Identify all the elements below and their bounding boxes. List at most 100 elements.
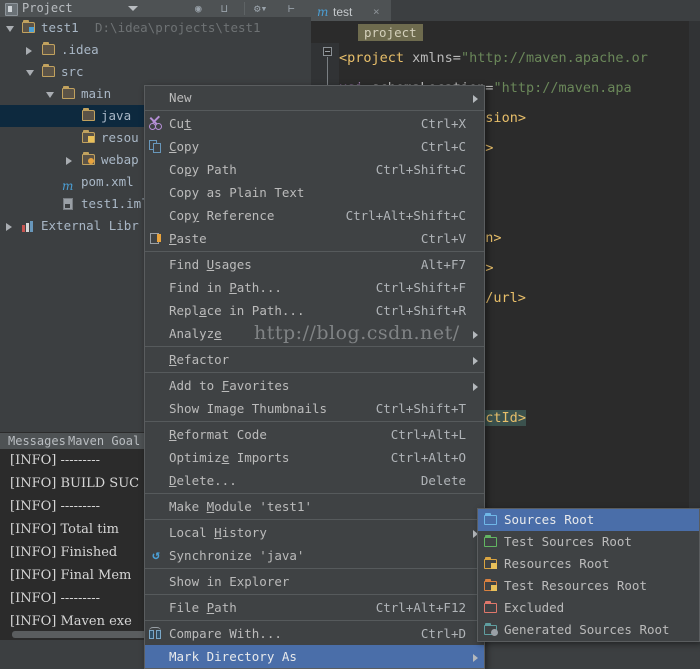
menu-item-showimagethumbnails[interactable]: Show Image Thumbnails Ctrl+Shift+T [145, 397, 484, 420]
menu-item-markdirectoryas[interactable]: Mark Directory As [145, 645, 484, 668]
code-fold-icon[interactable] [323, 47, 332, 56]
tree-item-test1[interactable]: test1 D:\idea\projects\test1 [0, 17, 311, 39]
menu-item-shortcut: Ctrl+D [420, 626, 466, 641]
menu-separator [145, 568, 484, 569]
tree-item-idea[interactable]: .idea [0, 39, 311, 61]
folder-icon [42, 42, 55, 55]
menu-item-copyasplaintext[interactable]: Copy as Plain Text [145, 181, 484, 204]
tree-item-label: pom.xml [81, 174, 134, 189]
menu-item-findinpath[interactable]: Find in Path... Ctrl+Shift+F [145, 276, 484, 299]
editor-tab-bar: m test × [311, 0, 700, 22]
code-token: <project [339, 50, 413, 66]
chevron-down-icon[interactable] [26, 70, 34, 76]
menu-item-replaceinpath[interactable]: Replace in Path... Ctrl+Shift+R [145, 299, 484, 322]
menu-item-shortcut: Ctrl+C [420, 139, 466, 154]
target-icon[interactable]: ◉ [195, 3, 202, 14]
project-toolbar-actions: ◉ ⊔ ⚙▾ ⊢ [140, 0, 311, 17]
chevron-right-icon[interactable] [6, 223, 12, 231]
menu-item-shortcut: Ctrl+Alt+Shift+C [345, 208, 466, 223]
chevron-right-icon[interactable] [66, 157, 72, 165]
menu-item-comparewith[interactable]: Compare With... Ctrl+D [145, 622, 484, 645]
menu-item-analyze[interactable]: Analyze [145, 322, 484, 345]
code-token: "http://maven.apa [493, 80, 632, 96]
project-panel-title: Project [22, 1, 73, 15]
menu-item-filepath[interactable]: File Path Ctrl+Alt+F12 [145, 596, 484, 619]
menu-item-reformatcode[interactable]: Reformat Code Ctrl+Alt+L [145, 423, 484, 446]
menu-item-shortcut: Ctrl+Shift+T [375, 401, 466, 416]
menu-item-shortcut: Ctrl+Alt+L [390, 427, 466, 442]
submenu-item-generatedsourcesroot[interactable]: Generated Sources Root [478, 619, 699, 641]
menu-separator [145, 620, 484, 621]
module-folder-icon [22, 20, 35, 33]
menu-item-label: Copy as Plain Text [169, 185, 305, 200]
submenu-item-testsourcesroot[interactable]: Test Sources Root [478, 531, 699, 553]
collapse-all-icon[interactable]: ⊔ [221, 3, 228, 14]
tab-messages[interactable]: Messages [8, 434, 66, 448]
menu-item-label: Synchronize 'java' [169, 548, 305, 563]
menu-item-label: Reformat Code [169, 427, 267, 442]
compare-icon [149, 627, 163, 641]
menu-item-localhistory[interactable]: Local History [145, 521, 484, 544]
chevron-down-icon[interactable] [6, 26, 14, 32]
menu-item-showinexplorer[interactable]: Show in Explorer [145, 570, 484, 593]
menu-separator [145, 519, 484, 520]
menu-item-synchronizejava[interactable]: ↺ Synchronize 'java' [145, 544, 484, 567]
menu-item-makemoduletest1[interactable]: Make Module 'test1' [145, 495, 484, 518]
close-icon[interactable]: × [373, 5, 380, 18]
menu-separator [145, 594, 484, 595]
test-resources-root-folder-icon [484, 578, 497, 591]
tree-item-src[interactable]: src [0, 61, 311, 83]
tab-maven-goal[interactable]: Maven Goal [68, 434, 140, 448]
submenu-item-excluded[interactable]: Excluded [478, 597, 699, 619]
menu-item-refactor[interactable]: Refactor [145, 348, 484, 371]
chevron-right-icon[interactable] [26, 47, 32, 55]
excluded-folder-icon [484, 600, 497, 613]
tree-item-label: test1.iml [81, 196, 149, 211]
menu-item-optimizeimports[interactable]: Optimize Imports Ctrl+Alt+O [145, 446, 484, 469]
menu-item-findusages[interactable]: Find Usages Alt+F7 [145, 253, 484, 276]
webapp-folder-icon [82, 152, 95, 165]
menu-item-cut[interactable]: Cut Ctrl+X [145, 112, 484, 135]
menu-item-paste[interactable]: Paste Ctrl+V [145, 227, 484, 250]
toolbar-divider [244, 2, 245, 15]
menu-separator [145, 493, 484, 494]
submenu-item-label: Resources Root [504, 556, 610, 571]
chevron-right-icon [473, 357, 478, 365]
menu-item-label: Make Module 'test1' [169, 499, 313, 514]
menu-item-shortcut: Ctrl+Shift+C [375, 162, 466, 177]
tree-item-label: src [61, 64, 84, 79]
hide-icon[interactable]: ⊢ [288, 3, 295, 14]
menu-item-addtofavorites[interactable]: Add to Favorites [145, 374, 484, 397]
menu-item-label: Paste [169, 231, 207, 246]
gear-icon[interactable]: ⚙▾ [254, 3, 267, 14]
project-panel-icon [5, 3, 18, 16]
chevron-down-icon[interactable] [46, 92, 54, 98]
submenu-item-resourcesroot[interactable]: Resources Root [478, 553, 699, 575]
menu-item-label: Show Image Thumbnails [169, 401, 328, 416]
submenu-item-sourcesroot[interactable]: Sources Root [478, 509, 699, 531]
tree-item-label: .idea [61, 42, 99, 57]
menu-item-label: Compare With... [169, 626, 282, 641]
menu-item-copypath[interactable]: Copy Path Ctrl+Shift+C [145, 158, 484, 181]
editor-tab-test[interactable]: m test × [311, 0, 391, 21]
menu-item-copyreference[interactable]: Copy Reference Ctrl+Alt+Shift+C [145, 204, 484, 227]
context-menu[interactable]: New Cut Ctrl+X Copy Ctrl+C Copy Path Ctrl+Shif… [144, 85, 485, 669]
tree-item-label: External Libr [41, 218, 139, 233]
tree-item-label: test1 [41, 20, 79, 35]
copy-icon [149, 140, 163, 154]
menu-item-new[interactable]: New [145, 86, 484, 109]
menu-item-shortcut: Ctrl+Alt+O [390, 450, 466, 465]
menu-item-shortcut: Ctrl+Shift+R [375, 303, 466, 318]
resources-folder-icon [82, 130, 95, 143]
sources-root-folder-icon [484, 512, 497, 525]
chevron-down-icon[interactable] [128, 6, 138, 11]
menu-item-delete[interactable]: Delete... Delete [145, 469, 484, 492]
menu-item-shortcut: Ctrl+X [420, 116, 466, 131]
menu-item-copy[interactable]: Copy Ctrl+C [145, 135, 484, 158]
menu-item-label: Mark Directory As [169, 649, 297, 664]
menu-item-shortcut: Alt+F7 [420, 257, 466, 272]
breadcrumb: project [358, 24, 423, 41]
mark-directory-as-submenu[interactable]: Sources Root Test Sources Root Resources R… [477, 508, 700, 642]
submenu-item-testresourcesroot[interactable]: Test Resources Root [478, 575, 699, 597]
menu-item-shortcut: Ctrl+Alt+F12 [375, 600, 466, 615]
